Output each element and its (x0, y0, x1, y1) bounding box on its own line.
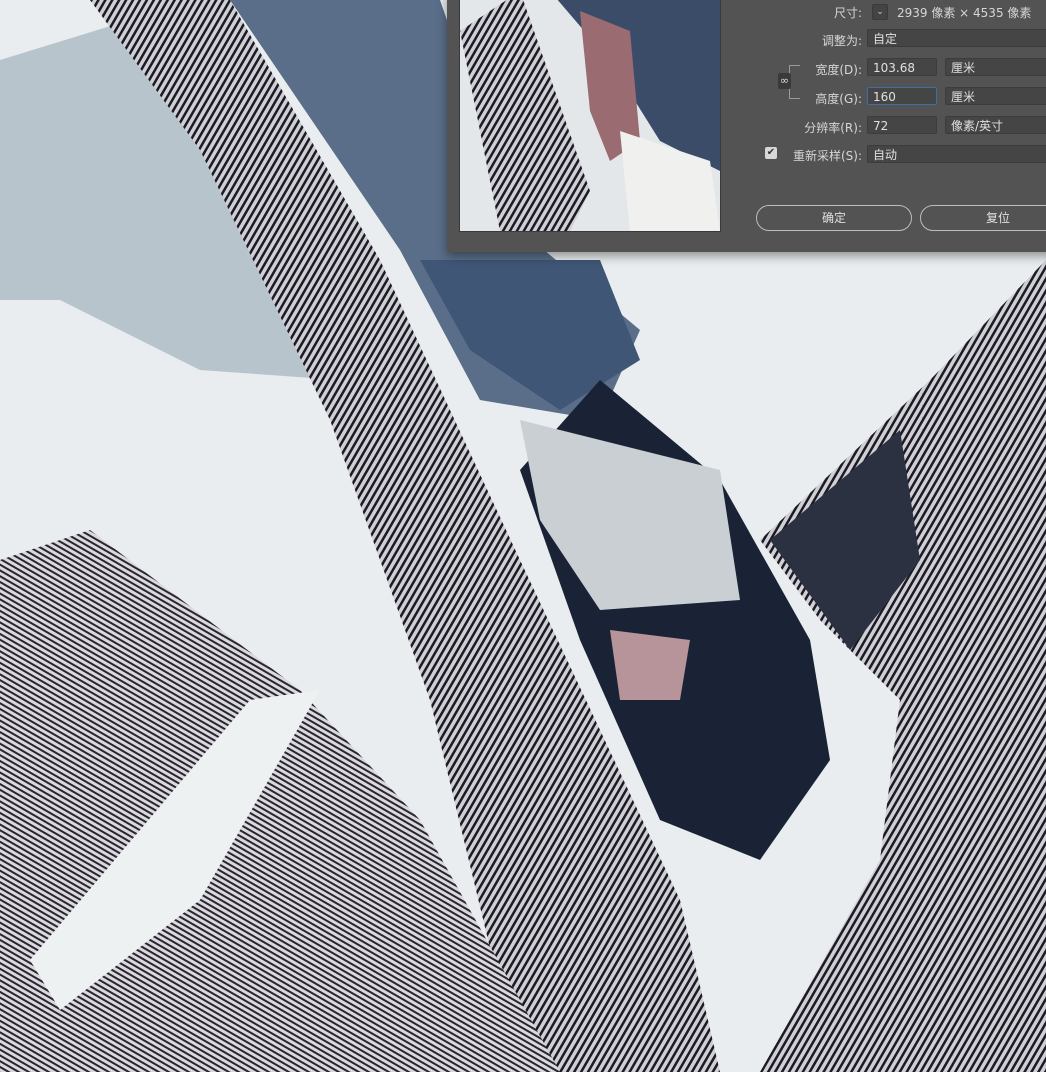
image-preview[interactable] (459, 0, 721, 232)
resolution-input[interactable]: 72 (867, 116, 937, 134)
height-input[interactable]: 160 (867, 87, 937, 105)
image-size-dialog: 尺寸: ⌄ 2939 像素 × 4535 像素 调整为: 自定 ∞ 宽度(D):… (447, 0, 1046, 252)
dimensions-label: 尺寸: (833, 6, 862, 20)
resolution-unit-select[interactable]: 像素/英寸 (945, 116, 1046, 134)
ok-button[interactable]: 确定 (756, 205, 912, 231)
resample-select[interactable]: 自动 (867, 145, 1046, 163)
dimensions-value: 2939 像素 × 4535 像素 (897, 6, 1032, 20)
fit-to-select[interactable]: 自定 (867, 29, 1046, 47)
dimensions-dropdown-chevron-icon[interactable]: ⌄ (872, 4, 888, 20)
width-unit-select[interactable]: 厘米 (945, 58, 1046, 76)
width-label: 宽度(D): (815, 63, 862, 77)
reset-button[interactable]: 复位 (920, 205, 1046, 231)
preview-image (460, 0, 720, 231)
fit-to-label: 调整为: (821, 34, 862, 48)
width-input[interactable]: 103.68 (867, 58, 937, 76)
resolution-label: 分辨率(R): (804, 121, 862, 135)
height-unit-select[interactable]: 厘米 (945, 87, 1046, 105)
resample-label: 重新采样(S): (792, 149, 862, 163)
height-label: 高度(G): (815, 92, 862, 106)
